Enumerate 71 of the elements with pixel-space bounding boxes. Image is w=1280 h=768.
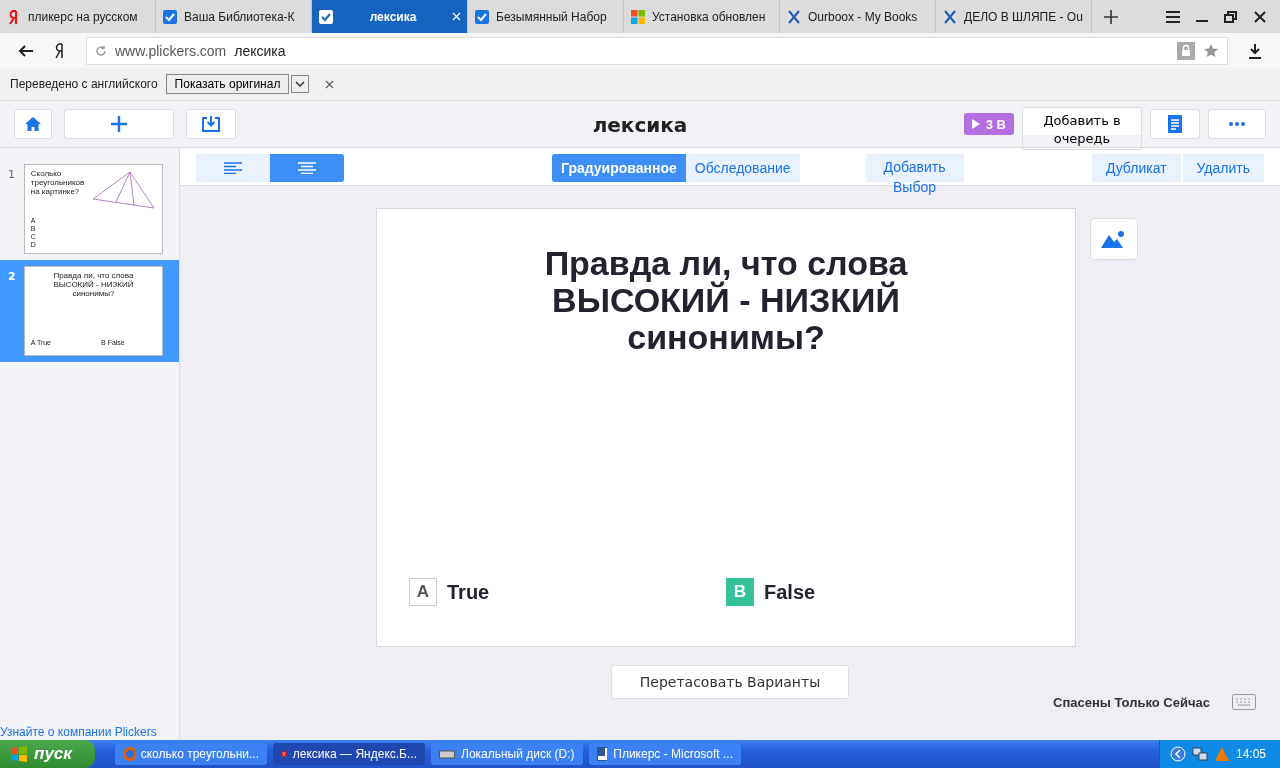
browser-tab[interactable]: лексика (312, 0, 468, 33)
align-left-button[interactable] (196, 154, 270, 182)
question-text[interactable]: Правда ли, что слова ВЫСОКИЙ - НИЗКИЙ синонимы? (409, 245, 1043, 356)
checkbox-icon (162, 8, 178, 25)
page-title: лексика (234, 42, 286, 59)
set-title: лексика (592, 113, 688, 137)
caret-icon (295, 81, 306, 87)
taskbar-button[interactable]: сколько треугольни... (115, 743, 267, 765)
choice-text[interactable]: False (764, 580, 816, 604)
save-status: Спасены Только Сейчас (1053, 694, 1210, 710)
align-center-icon (298, 162, 316, 174)
back-icon[interactable] (18, 43, 34, 58)
thumbnail-question: Правда ли, что слова ВЫСОКИЙ - НИЗКИЙ синонимы? (52, 271, 135, 298)
align-center-button[interactable] (270, 154, 344, 182)
start-button[interactable]: пуск (0, 740, 95, 768)
new-tab-icon[interactable] (1104, 9, 1118, 24)
close-icon[interactable] (1254, 10, 1266, 23)
close-icon[interactable] (325, 79, 335, 89)
yandex-icon[interactable] (54, 42, 66, 59)
reload-icon[interactable] (95, 44, 107, 57)
add-choice-button[interactable]: Добавить Выбор (865, 154, 964, 197)
import-icon (201, 115, 221, 133)
cross-icon (942, 8, 958, 25)
action-button[interactable]: Дубликат (1091, 154, 1181, 182)
choice-letter[interactable]: A (409, 578, 437, 606)
checkbox-icon (318, 8, 334, 25)
plus-icon (110, 115, 128, 133)
add-to-queue-button[interactable]: Добавить в очередь (1022, 107, 1142, 150)
clock: 14:05 (1235, 747, 1266, 761)
checkbox-icon (474, 8, 490, 25)
dropdown-button[interactable] (291, 75, 310, 93)
slide-number: 2 (8, 270, 17, 283)
play-icon (971, 119, 980, 129)
drive-icon (439, 749, 455, 759)
document-icon (1168, 115, 1182, 133)
choice-text[interactable]: True (447, 580, 490, 604)
more-icon (1229, 122, 1245, 126)
shuffle-button[interactable]: Перетасовать Варианты (611, 665, 849, 699)
menu-icon[interactable] (1166, 10, 1180, 23)
home-button[interactable] (14, 109, 52, 139)
restore-icon[interactable] (1224, 10, 1238, 23)
more-button[interactable] (1208, 109, 1266, 139)
address-field[interactable]: www.plickers.com лексика (86, 36, 1228, 65)
slide-number: 1 (8, 168, 16, 181)
document-icon (597, 747, 608, 761)
keyboard-icon[interactable] (1232, 694, 1256, 710)
lock-icon (1177, 41, 1195, 60)
home-icon (24, 116, 42, 132)
show-original-button[interactable]: Показать оригинал (165, 74, 290, 94)
windows-icon (630, 8, 646, 25)
align-left-icon (224, 162, 242, 174)
taskbar-button[interactable]: лексика — Яндекс.Б... (273, 743, 425, 765)
image-icon (1101, 230, 1127, 248)
chevron-icon[interactable] (1169, 746, 1186, 762)
add-image-button[interactable] (1090, 218, 1138, 260)
translation-notice: Переведено с английского (10, 77, 158, 91)
taskbar-button[interactable]: Пликерс - Microsoft ... (589, 743, 741, 765)
url-domain: www.plickers.com (115, 42, 227, 59)
download-icon[interactable] (1248, 42, 1262, 59)
action-button[interactable]: Удалить (1182, 154, 1264, 182)
document-button[interactable] (1150, 109, 1200, 139)
globe-icon (123, 747, 135, 761)
taskbar-button[interactable]: Локальный диск (D:) (431, 743, 583, 765)
windows-icon (10, 746, 28, 762)
import-button[interactable] (186, 109, 236, 139)
mode-tab[interactable]: Обследование (685, 154, 800, 182)
star-icon[interactable] (1203, 42, 1219, 59)
thumbnail-question: Сколько треугольников на картинке? (29, 169, 86, 196)
cross-icon (786, 8, 802, 25)
network-icon[interactable] (1191, 746, 1208, 762)
about-link[interactable]: Узнайте о компании Plickers (0, 725, 179, 739)
